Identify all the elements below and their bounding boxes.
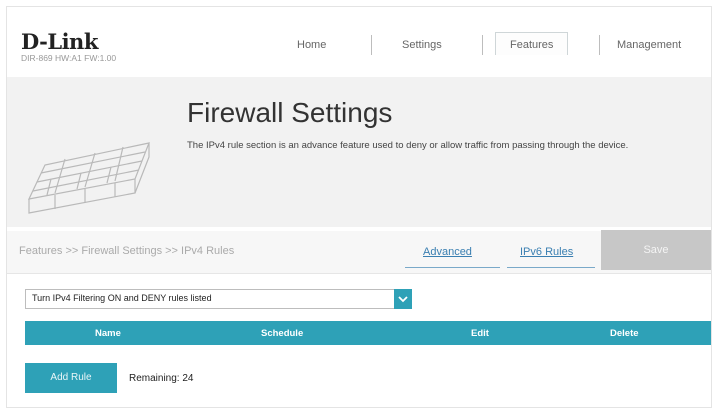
breadcrumb: Features >> Firewall Settings >> IPv4 Ru… [19,245,235,257]
model-info: DIR-869 HW:A1 FW:1.00 [21,53,117,63]
page-title: Firewall Settings [187,97,393,128]
column-header-name: Name [95,328,121,339]
advanced-underline [405,267,500,268]
chevron-down-icon [398,296,408,303]
rules-table-header: Name Schedule Edit Delete [25,321,711,345]
column-header-schedule: Schedule [261,328,304,339]
nav-divider [599,35,600,55]
column-header-edit: Edit [471,328,489,339]
page-banner: Firewall Settings The IPv4 rule section … [7,77,711,227]
ipv6-underline [507,267,595,268]
top-bar: D-Link DIR-869 HW:A1 FW:1.00 Home Settin… [7,7,711,77]
nav-management[interactable]: Management [617,39,681,51]
nav-features[interactable]: Features [495,32,569,55]
dlink-logo: D-Link [21,29,98,54]
advanced-link[interactable]: Advanced [423,246,472,258]
brick-wall-icon [27,142,150,214]
save-button[interactable]: Save [601,230,711,270]
page-description: The IPv4 rule section is an advance feat… [187,140,629,151]
ipv4-filter-select[interactable]: Turn IPv4 Filtering ON and DENY rules li… [25,289,412,309]
dropdown-toggle[interactable] [394,289,412,309]
ipv6-rules-link[interactable]: IPv6 Rules [520,246,573,258]
remaining-count: Remaining: 24 [129,373,194,384]
add-rule-button[interactable]: Add Rule [25,363,117,393]
router-page: D-Link DIR-869 HW:A1 FW:1.00 Home Settin… [6,6,712,408]
nav-settings[interactable]: Settings [402,39,442,51]
nav-divider [482,35,483,55]
nav-home[interactable]: Home [297,39,326,51]
filter-selected-value: Turn IPv4 Filtering ON and DENY rules li… [32,293,212,303]
nav-divider [371,35,372,55]
column-header-delete: Delete [610,328,639,339]
